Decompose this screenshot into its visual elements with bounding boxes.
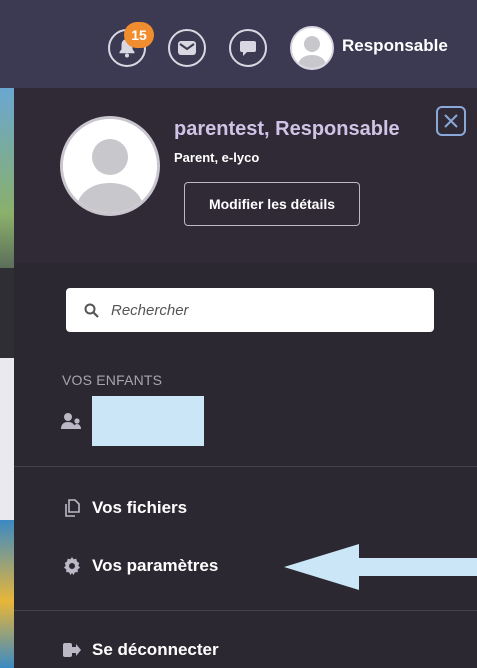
menu-item-settings-label: Vos paramètres xyxy=(92,556,219,575)
background-image xyxy=(0,520,14,668)
user-drawer: parentest, Responsable Parent, e-lyco Mo… xyxy=(14,88,477,668)
background-image xyxy=(0,268,14,358)
notification-count-badge: 15 xyxy=(124,22,154,48)
background-image xyxy=(0,88,14,268)
messages-button[interactable] xyxy=(168,29,206,67)
search-placeholder: Rechercher xyxy=(111,301,189,319)
profile-role: Parent, e-lyco xyxy=(174,150,260,165)
default-avatar-icon xyxy=(63,119,157,213)
menu-item-settings[interactable]: Vos paramètres xyxy=(62,552,218,580)
mail-icon xyxy=(178,41,196,55)
redacted-child-name xyxy=(92,396,204,446)
menu-item-logout[interactable]: Se déconnecter xyxy=(62,636,219,664)
profile-name: parentest, Responsable xyxy=(174,118,400,140)
profile-header: parentest, Responsable Parent, e-lyco Mo… xyxy=(14,88,477,263)
annotation-arrow xyxy=(284,544,477,590)
gear-icon xyxy=(64,557,80,575)
chat-icon xyxy=(240,41,256,56)
files-icon xyxy=(65,499,80,517)
close-icon xyxy=(444,114,458,128)
search-input[interactable]: Rechercher xyxy=(66,288,434,332)
search-icon xyxy=(84,303,99,318)
menu-item-logout-label: Se déconnecter xyxy=(92,640,219,659)
menu-item-files-label: Vos fichiers xyxy=(92,498,188,517)
user-avatar[interactable] xyxy=(290,26,334,70)
child-item[interactable] xyxy=(60,396,204,446)
edit-details-button[interactable]: Modifier les détails xyxy=(184,182,360,226)
chat-button[interactable] xyxy=(229,29,267,67)
user-menu-label[interactable]: Responsable xyxy=(342,36,448,56)
close-drawer-button[interactable] xyxy=(436,106,466,136)
profile-avatar xyxy=(60,116,160,216)
divider xyxy=(14,610,477,611)
default-avatar-icon xyxy=(292,28,332,68)
menu-item-files[interactable]: Vos fichiers xyxy=(62,494,187,522)
logout-icon xyxy=(63,643,81,657)
divider xyxy=(14,466,477,467)
children-section-label: VOS ENFANTS xyxy=(62,372,163,388)
users-icon xyxy=(61,413,81,429)
top-bar: 15 Responsable xyxy=(0,0,477,88)
